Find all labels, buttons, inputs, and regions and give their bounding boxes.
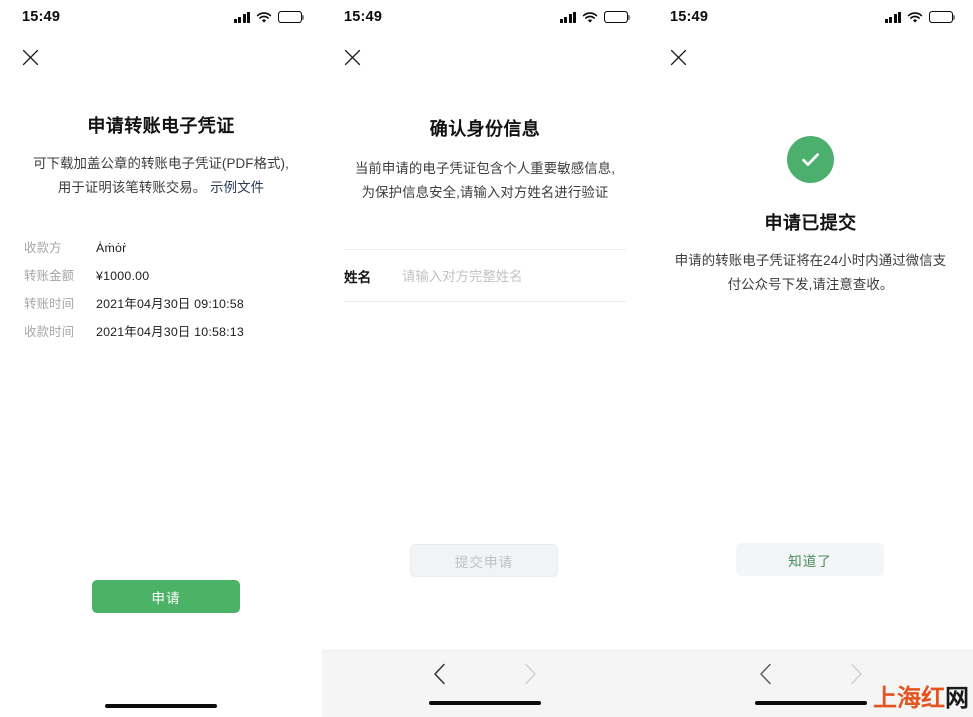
desc-line-2: 付公众号下发,请注意查收。 (727, 277, 894, 292)
detail-value: ¥1000.00 (96, 269, 150, 283)
status-icon-group (559, 11, 631, 23)
detail-row-payee: 收款方 Ȧṁȯṙ (24, 238, 300, 256)
detail-label: 收款时间 (24, 325, 75, 339)
detail-label: 收款方 (24, 241, 62, 255)
panel-confirm-identity: 15:49 确认身份信息 当前申请的电子凭证包含个人重要敏感信息, 为保护信息安… (322, 0, 648, 717)
detail-value: 2021年04月30日 09:10:58 (96, 297, 244, 311)
wifi-icon (582, 11, 598, 23)
status-time: 15:49 (22, 9, 61, 25)
page-title: 确认身份信息 (429, 119, 541, 139)
home-indicator (105, 704, 217, 708)
panel-apply-voucher: 15:49 申请转账电子凭证 可下载加盖公章的转账电子凭证(PDF格式), 用于… (0, 0, 322, 717)
close-icon[interactable] (662, 41, 694, 73)
browser-nav-controls (322, 651, 648, 693)
status-icon-group (884, 11, 956, 23)
detail-label: 转账金额 (24, 269, 75, 283)
browser-bottom-bar (322, 650, 648, 717)
page-description: 申请的转账电子凭证将在24小时内通过微信支 付公众号下发,请注意查收。 (670, 249, 951, 297)
home-indicator (754, 701, 867, 705)
watermark-orange-text: 上海红 (873, 685, 945, 712)
signal-icon (233, 11, 250, 23)
page-description: 可下载加盖公章的转账电子凭证(PDF格式), 用于证明该笔转账交易。 示例文件 (22, 152, 300, 200)
panel-content: 申请已提交 申请的转账电子凭证将在24小时内通过微信支 付公众号下发,请注意查收… (648, 136, 973, 297)
name-input[interactable] (402, 268, 626, 284)
apply-button[interactable]: 申请 (92, 580, 240, 613)
desc-line-1: 申请的转账电子凭证将在24小时内通过微信支 (674, 253, 947, 268)
battery-icon (278, 11, 305, 23)
home-indicator (429, 701, 541, 705)
chevron-left-icon[interactable] (433, 663, 446, 690)
wifi-icon (907, 11, 923, 23)
desc-line-1: 可下载加盖公章的转账电子凭证(PDF格式), (33, 156, 289, 171)
panel-submitted: 15:49 申请已提交 申请的转账电子凭证将在24小时内通过微信支 付公众号下发… (648, 0, 973, 717)
page-description: 当前申请的电子凭证包含个人重要敏感信息, 为保护信息安全,请输入对方姓名进行验证 (344, 157, 626, 205)
screenshot-triptych: 15:49 申请转账电子凭证 可下载加盖公章的转账电子凭证(PDF格式), 用于… (0, 0, 973, 717)
sample-file-link[interactable]: 示例文件 (210, 180, 264, 195)
detail-row-transfer-time: 转账时间 2021年04月30日 09:10:58 (24, 294, 300, 312)
page-title: 申请转账电子凭证 (87, 116, 235, 136)
detail-value: Ȧṁȯṙ (96, 241, 127, 255)
wifi-icon (256, 11, 272, 23)
chevron-left-icon[interactable] (759, 663, 772, 690)
chevron-right-icon (850, 663, 863, 690)
acknowledge-button[interactable]: 知道了 (736, 543, 884, 576)
battery-icon (604, 11, 631, 23)
watermark-black-text: 网 (945, 685, 969, 712)
desc-line-1: 当前申请的电子凭证包含个人重要敏感信息, (354, 161, 616, 176)
transfer-details-list: 收款方 Ȧṁȯṙ 转账金额 ¥1000.00 转账时间 2021年04月30日 … (22, 238, 300, 340)
name-field-row: 姓名 (344, 249, 626, 302)
detail-value: 2021年04月30日 10:58:13 (96, 325, 244, 339)
detail-row-amount: 转账金额 ¥1000.00 (24, 266, 300, 284)
desc-line-2: 为保护信息安全,请输入对方姓名进行验证 (361, 185, 609, 200)
panel-content: 确认身份信息 当前申请的电子凭证包含个人重要敏感信息, 为保护信息安全,请输入对… (322, 115, 648, 302)
status-bar: 15:49 (0, 0, 322, 34)
status-time: 15:49 (344, 9, 383, 25)
nav-bar (322, 34, 648, 80)
status-bar: 15:49 (648, 0, 973, 34)
close-icon[interactable] (336, 41, 368, 73)
signal-icon (884, 11, 901, 23)
desc-line-2: 用于证明该笔转账交易。 (57, 180, 207, 195)
status-icon-group (233, 11, 305, 23)
success-icon-wrapper (670, 136, 951, 183)
detail-label: 转账时间 (24, 297, 75, 311)
battery-icon (929, 11, 956, 23)
check-circle-icon (787, 136, 834, 183)
nav-bar (0, 34, 322, 80)
panel-content: 申请转账电子凭证 可下载加盖公章的转账电子凭证(PDF格式), 用于证明该笔转账… (0, 112, 322, 340)
name-field-label: 姓名 (344, 270, 372, 285)
status-time: 15:49 (670, 9, 709, 25)
detail-row-receive-time: 收款时间 2021年04月30日 10:58:13 (24, 322, 300, 340)
close-icon[interactable] (14, 41, 46, 73)
chevron-right-icon (524, 663, 537, 690)
status-bar: 15:49 (322, 0, 648, 34)
site-watermark: 上海红网 (873, 687, 969, 711)
page-title: 申请已提交 (764, 213, 857, 233)
submit-application-button[interactable]: 提交申请 (410, 544, 558, 577)
nav-bar (648, 34, 973, 80)
signal-icon (559, 11, 576, 23)
